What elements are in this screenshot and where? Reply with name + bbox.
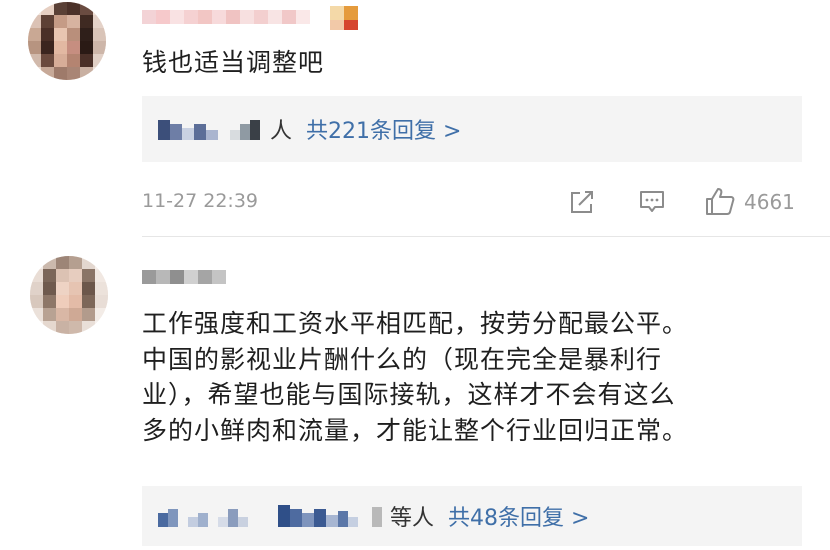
view-replies-link[interactable]: 共221条回复 > — [306, 113, 461, 145]
avatar-image — [28, 2, 106, 80]
comment-text: 钱也适当调整吧 — [142, 46, 324, 80]
username-pixelation — [142, 270, 226, 284]
comment-text-line: 中国的影视业片酬什么的（现在完全是暴利行 — [142, 344, 663, 374]
reply-usernames-pixelation — [158, 505, 382, 527]
reply-usernames-blurred — [158, 503, 386, 529]
comment-text-line: 业），希望也能与国际接轨，这样才不会有这么 — [142, 380, 676, 409]
avatar[interactable] — [30, 256, 108, 334]
reply-users-suffix: 人 — [270, 119, 293, 144]
share-icon[interactable] — [568, 188, 596, 216]
comment-item: 钱也适当调整吧 人 共221条回复 > 11-27 22:39 4661 — [0, 0, 830, 238]
view-replies-link[interactable]: 共48条回复 > — [448, 500, 589, 532]
like-count: 4661 — [744, 190, 795, 214]
reply-usernames-pixelation — [158, 120, 260, 140]
comment-text-line: 钱也适当调整吧 — [142, 48, 325, 77]
comment-text-line: 工作强度和工资水平相匹配，按劳分配最公平。 — [142, 309, 689, 338]
comment-icon[interactable] — [638, 188, 666, 216]
username-blurred[interactable] — [142, 4, 372, 30]
avatar-image — [30, 256, 108, 334]
comment-timestamp: 11-27 22:39 — [142, 190, 259, 212]
username-blurred[interactable] — [142, 264, 232, 290]
replies-preview[interactable]: 人 共221条回复 > — [142, 96, 802, 162]
comment-text-line: 多的小鲜肉和流量，才能让整个行业回归正常。 — [142, 415, 689, 445]
reply-usernames-blurred — [158, 116, 266, 142]
comment-text: 工作强度和工资水平相匹配，按劳分配最公平。 中国的影视业片酬什么的（现在完全是暴… — [142, 306, 688, 448]
comment-divider — [142, 236, 830, 237]
username-pixelation — [142, 6, 358, 30]
comment-meta: 11-27 22:39 4661 — [142, 186, 812, 222]
avatar[interactable] — [28, 2, 106, 80]
replies-preview[interactable]: 等人 共48条回复 > — [142, 486, 802, 546]
comment-item: 工作强度和工资水平相匹配，按劳分配最公平。 中国的影视业片酬什么的（现在完全是暴… — [0, 238, 830, 550]
reply-users-suffix: 等人 — [390, 506, 435, 531]
thumbs-up-icon[interactable] — [704, 186, 736, 216]
